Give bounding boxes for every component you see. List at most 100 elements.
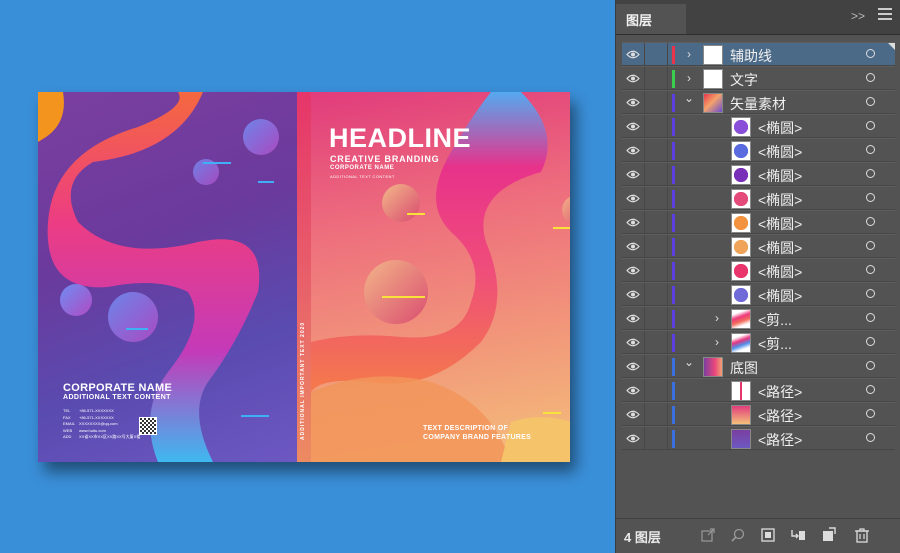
- target-circle-icon[interactable]: [866, 169, 875, 178]
- visibility-eye-icon[interactable]: [622, 331, 645, 354]
- target-circle-icon[interactable]: [866, 49, 875, 58]
- target-circle-icon[interactable]: [866, 433, 875, 442]
- lock-toggle[interactable]: [645, 379, 668, 402]
- lock-toggle[interactable]: [645, 307, 668, 330]
- layer-name[interactable]: <剪...: [758, 310, 792, 330]
- new-sublayer-icon[interactable]: [790, 527, 806, 543]
- chevron-down-icon[interactable]: ⌄: [684, 355, 694, 369]
- layer-row[interactable]: <路径>: [622, 426, 895, 450]
- artboard-canvas[interactable]: CORPORATE NAME ADDITIONAL TEXT CONTENT T…: [0, 0, 615, 553]
- layer-name[interactable]: <椭圆>: [758, 238, 802, 258]
- target-circle-icon[interactable]: [866, 313, 875, 322]
- layer-name[interactable]: 底图: [730, 358, 758, 378]
- new-layer-icon[interactable]: [820, 527, 836, 543]
- layer-name[interactable]: 矢量素材: [730, 94, 786, 114]
- layer-row[interactable]: › 辅助线: [622, 42, 895, 66]
- lock-toggle[interactable]: [645, 331, 668, 354]
- layer-row[interactable]: <椭圆>: [622, 138, 895, 162]
- panel-menu-icon[interactable]: [878, 8, 892, 20]
- layer-row[interactable]: ⌄ 底图: [622, 354, 895, 378]
- visibility-eye-icon[interactable]: [622, 403, 645, 426]
- visibility-eye-icon[interactable]: [622, 139, 645, 162]
- target-circle-icon[interactable]: [866, 217, 875, 226]
- lock-toggle[interactable]: [645, 67, 668, 90]
- visibility-eye-icon[interactable]: [622, 427, 645, 450]
- target-circle-icon[interactable]: [866, 361, 875, 370]
- lock-toggle[interactable]: [645, 139, 668, 162]
- lock-toggle[interactable]: [645, 115, 668, 138]
- lock-toggle[interactable]: [645, 355, 668, 378]
- layer-name[interactable]: <路径>: [758, 430, 802, 450]
- target-circle-icon[interactable]: [866, 265, 875, 274]
- layer-name[interactable]: <路径>: [758, 382, 802, 402]
- front-cover[interactable]: HEADLINE CREATIVE BRANDING CORPORATE NAM…: [311, 92, 570, 462]
- visibility-eye-icon[interactable]: [622, 115, 645, 138]
- layer-row[interactable]: <椭圆>: [622, 186, 895, 210]
- lock-toggle[interactable]: [645, 43, 668, 66]
- chevron-right-icon[interactable]: ›: [684, 71, 694, 85]
- lock-toggle[interactable]: [645, 403, 668, 426]
- lock-toggle[interactable]: [645, 283, 668, 306]
- layer-row[interactable]: › <剪...: [622, 330, 895, 354]
- layer-name[interactable]: <剪...: [758, 334, 792, 354]
- tab-layers[interactable]: 图层: [616, 4, 686, 34]
- layer-row[interactable]: <椭圆>: [622, 114, 895, 138]
- layer-row[interactable]: <椭圆>: [622, 234, 895, 258]
- target-circle-icon[interactable]: [866, 97, 875, 106]
- book-cover[interactable]: CORPORATE NAME ADDITIONAL TEXT CONTENT T…: [38, 92, 570, 462]
- visibility-eye-icon[interactable]: [622, 379, 645, 402]
- target-circle-icon[interactable]: [866, 145, 875, 154]
- layer-row[interactable]: <椭圆>: [622, 258, 895, 282]
- visibility-eye-icon[interactable]: [622, 235, 645, 258]
- visibility-eye-icon[interactable]: [622, 283, 645, 306]
- back-cover[interactable]: CORPORATE NAME ADDITIONAL TEXT CONTENT T…: [38, 92, 297, 462]
- layer-row[interactable]: <椭圆>: [622, 282, 895, 306]
- layer-name[interactable]: <路径>: [758, 406, 802, 426]
- chevron-right-icon[interactable]: ›: [712, 311, 722, 325]
- visibility-eye-icon[interactable]: [622, 259, 645, 282]
- lock-toggle[interactable]: [645, 187, 668, 210]
- layer-row[interactable]: <路径>: [622, 378, 895, 402]
- layer-name[interactable]: <椭圆>: [758, 286, 802, 306]
- chevron-down-icon[interactable]: ⌄: [684, 91, 694, 105]
- target-circle-icon[interactable]: [866, 193, 875, 202]
- clipping-mask-icon[interactable]: [760, 527, 776, 543]
- collapse-panel-icon[interactable]: >>: [851, 9, 865, 23]
- chevron-right-icon[interactable]: ›: [684, 47, 694, 61]
- layer-row[interactable]: <椭圆>: [622, 162, 895, 186]
- target-circle-icon[interactable]: [866, 337, 875, 346]
- layer-name[interactable]: <椭圆>: [758, 142, 802, 162]
- layer-row[interactable]: <路径>: [622, 402, 895, 426]
- target-circle-icon[interactable]: [866, 409, 875, 418]
- layer-name[interactable]: <椭圆>: [758, 262, 802, 282]
- layer-row[interactable]: › 文字: [622, 66, 895, 90]
- target-circle-icon[interactable]: [866, 121, 875, 130]
- lock-toggle[interactable]: [645, 259, 668, 282]
- visibility-eye-icon[interactable]: [622, 211, 645, 234]
- chevron-right-icon[interactable]: ›: [712, 335, 722, 349]
- lock-toggle[interactable]: [645, 91, 668, 114]
- target-circle-icon[interactable]: [866, 289, 875, 298]
- export-icon[interactable]: [700, 527, 716, 543]
- trash-icon[interactable]: [854, 527, 870, 543]
- visibility-eye-icon[interactable]: [622, 43, 645, 66]
- target-circle-icon[interactable]: [866, 385, 875, 394]
- layer-name[interactable]: 文字: [730, 70, 758, 90]
- visibility-eye-icon[interactable]: [622, 163, 645, 186]
- visibility-eye-icon[interactable]: [622, 67, 645, 90]
- target-circle-icon[interactable]: [866, 73, 875, 82]
- lock-toggle[interactable]: [645, 235, 668, 258]
- lock-toggle[interactable]: [645, 163, 668, 186]
- layer-name[interactable]: <椭圆>: [758, 214, 802, 234]
- layer-row[interactable]: › <剪...: [622, 306, 895, 330]
- layer-row[interactable]: <椭圆>: [622, 210, 895, 234]
- visibility-eye-icon[interactable]: [622, 307, 645, 330]
- layer-name[interactable]: <椭圆>: [758, 166, 802, 186]
- target-circle-icon[interactable]: [866, 241, 875, 250]
- layer-name[interactable]: 辅助线: [730, 46, 772, 66]
- layer-row[interactable]: ⌄ 矢量素材: [622, 90, 895, 114]
- lock-toggle[interactable]: [645, 211, 668, 234]
- visibility-eye-icon[interactable]: [622, 355, 645, 378]
- layer-name[interactable]: <椭圆>: [758, 118, 802, 138]
- visibility-eye-icon[interactable]: [622, 187, 645, 210]
